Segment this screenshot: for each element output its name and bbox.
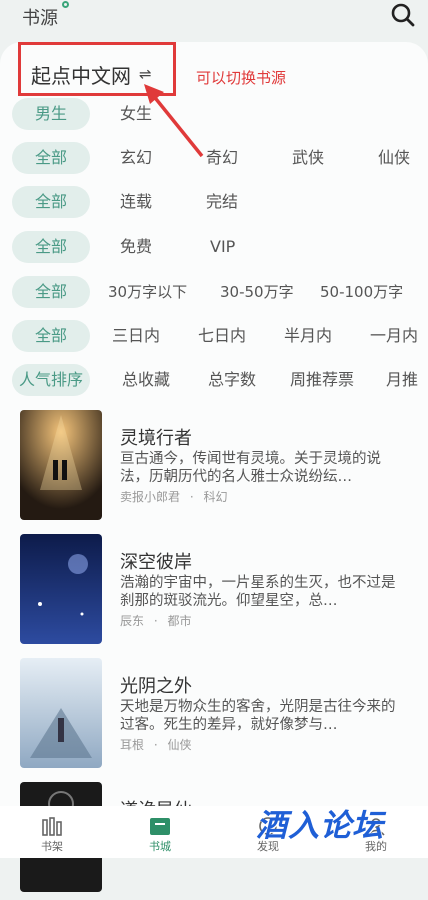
filter-option[interactable]: 完结 [206, 186, 238, 218]
top-bar: 书源 [0, 0, 428, 40]
sort-option[interactable]: 总收藏 [122, 364, 170, 396]
sort-option-popularity[interactable]: 人气排序 [12, 364, 90, 396]
book-title: 光阴之外 [120, 676, 192, 697]
nav-label: 书城 [149, 840, 171, 853]
filter-option-all[interactable]: 全部 [12, 142, 90, 174]
filter-option[interactable]: 仙侠 [378, 142, 410, 174]
book-list-item[interactable]: 光阴之外 天地是万物众生的客舍，光阴是古往今来的过客。死生的差异，就好像梦与… … [0, 658, 428, 776]
filter-row-updated: 全部 三日内 七日内 半月内 一月内 [0, 320, 428, 354]
filter-row-status: 全部 连载 完结 [0, 186, 428, 220]
filter-row-gender: 男生 女生 [0, 98, 428, 132]
sort-option[interactable]: 总字数 [208, 364, 256, 396]
sort-option[interactable]: 周推荐票 [290, 364, 354, 396]
book-description: 天地是万物众生的客舍，光阴是古往今来的过客。死生的差异，就好像梦与… [120, 699, 396, 733]
book-list-item[interactable]: 深空彼岸 浩瀚的宇宙中，一片星系的生灭，也不过是刹那的斑驳流光。仰望星空，总… … [0, 534, 428, 652]
book-description: 浩瀚的宇宙中，一片星系的生灭，也不过是刹那的斑驳流光。仰望星空，总… [120, 575, 396, 609]
page-title: 书源 [22, 8, 58, 29]
filter-option[interactable]: 奇幻 [206, 142, 238, 174]
filter-option[interactable]: 玄幻 [120, 142, 152, 174]
filter-option[interactable]: 一月内 [370, 320, 418, 352]
book-cover [20, 534, 102, 644]
filter-row-price: 全部 免费 VIP [0, 231, 428, 265]
book-cover [20, 410, 102, 520]
bookstore-icon [150, 818, 170, 835]
filter-option[interactable]: 七日内 [198, 320, 246, 352]
filter-option[interactable]: VIP [210, 231, 235, 263]
book-author: 耳根 [120, 738, 145, 752]
forum-watermark: 酒入论坛 [256, 808, 384, 844]
book-meta: 辰东 · 都市 [120, 612, 198, 629]
meta-separator: · [189, 490, 194, 504]
status-dot-icon [62, 1, 69, 8]
filter-option-male[interactable]: 男生 [12, 98, 90, 130]
filter-row-sort: 人气排序 总收藏 总字数 周推荐票 月推 [0, 364, 428, 398]
book-genre: 都市 [167, 614, 192, 628]
nav-item-bookshelf[interactable]: 书架 [12, 806, 92, 858]
book-cover [20, 658, 102, 768]
filter-option-all[interactable]: 全部 [12, 320, 90, 352]
filter-option[interactable]: 半月内 [284, 320, 332, 352]
filter-row-category: 全部 玄幻 奇幻 武侠 仙侠 [0, 142, 428, 176]
source-selector[interactable]: 起点中文网 [31, 60, 131, 89]
sort-option[interactable]: 月推 [386, 364, 418, 396]
meta-separator: · [153, 738, 158, 752]
filter-row-wordcount: 全部 30万字以下 30-50万字 50-100万字 [0, 276, 428, 310]
filter-option[interactable]: 连载 [120, 186, 152, 218]
book-genre: 仙侠 [167, 738, 192, 752]
filter-option[interactable]: 50-100万字 [320, 276, 403, 308]
book-list-item[interactable]: 灵境行者 亘古通今，传闻世有灵境。关于灵境的说法，历朝历代的名人雅士众说纷纭… … [0, 410, 428, 528]
filter-option-all[interactable]: 全部 [12, 276, 90, 308]
filter-option[interactable]: 30-50万字 [220, 276, 294, 308]
nav-item-bookstore[interactable]: 书城 [120, 806, 200, 858]
filter-option-female[interactable]: 女生 [120, 98, 152, 130]
nav-label: 书架 [41, 840, 63, 853]
book-author: 卖报小郎君 [120, 490, 181, 504]
book-genre: 科幻 [203, 490, 228, 504]
swap-icon[interactable]: ⇌ [139, 65, 152, 83]
book-meta: 耳根 · 仙侠 [120, 736, 198, 753]
filter-option-all[interactable]: 全部 [12, 231, 90, 263]
search-icon[interactable] [390, 2, 416, 28]
meta-separator: · [153, 614, 158, 628]
book-description: 亘古通今，传闻世有灵境。关于灵境的说法，历朝历代的名人雅士众说纷纭… [120, 451, 381, 485]
book-title: 灵境行者 [120, 428, 192, 449]
book-title: 深空彼岸 [120, 552, 192, 573]
bookshelf-icon [42, 817, 62, 836]
book-author: 辰东 [120, 614, 145, 628]
filter-option-all[interactable]: 全部 [12, 186, 90, 218]
filter-option[interactable]: 三日内 [112, 320, 160, 352]
filter-option[interactable]: 免费 [120, 231, 152, 263]
filter-option[interactable]: 30万字以下 [108, 276, 187, 308]
book-meta: 卖报小郎君 · 科幻 [120, 488, 234, 505]
filter-option[interactable]: 武侠 [292, 142, 324, 174]
